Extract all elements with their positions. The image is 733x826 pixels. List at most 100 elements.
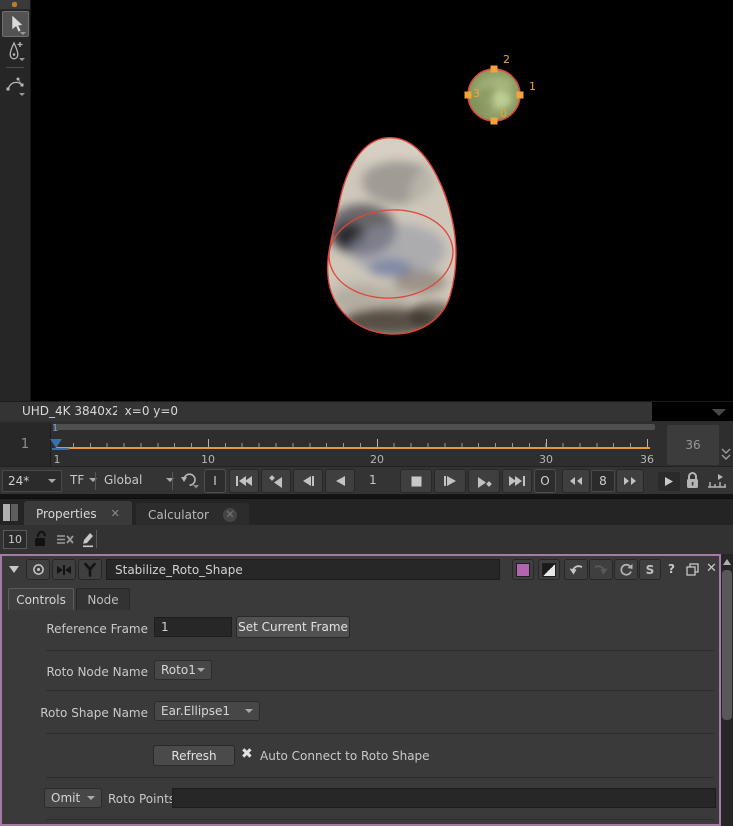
node-properties-panel: Stabilize_Roto_Shape S — [0, 554, 721, 826]
hide-input-button[interactable] — [52, 559, 76, 580]
in-point-label: I — [213, 474, 217, 488]
tab-close-icon[interactable]: ✕ — [223, 508, 237, 522]
double-right-icon — [623, 476, 637, 486]
chevron-double-down-icon[interactable] — [720, 448, 732, 461]
frame-increment-button[interactable] — [616, 469, 644, 493]
scrollbar-thumb[interactable] — [722, 570, 732, 720]
timeline-playhead[interactable] — [50, 439, 62, 448]
close-all-panels-button[interactable] — [56, 533, 74, 546]
reference-frame-field[interactable]: 1 — [154, 617, 232, 637]
auto-connect-checkbox[interactable]: ✖ — [241, 746, 253, 762]
set-current-frame-button[interactable]: Set Current Frame — [236, 616, 350, 638]
fps-combo[interactable]: 24* — [2, 470, 62, 492]
timeline-frame-range-bar[interactable] — [56, 447, 650, 449]
tab-calculator[interactable]: Calculator ✕ — [136, 503, 249, 526]
toolbar-drag-handle[interactable] — [0, 0, 30, 9]
close-all-icon — [56, 533, 74, 546]
center-viewer-button[interactable] — [26, 559, 50, 580]
advanced-settings-button[interactable] — [78, 559, 102, 580]
transport-divider — [172, 472, 173, 490]
roto-points-field[interactable] — [172, 788, 716, 808]
tab-properties[interactable]: Properties ✕ — [24, 501, 132, 526]
refresh-button[interactable]: Refresh — [153, 745, 235, 766]
node-color-button[interactable] — [512, 559, 534, 580]
help-button[interactable]: ? — [668, 562, 675, 576]
scroll-up-arrow-icon[interactable] — [723, 559, 731, 565]
goto-start-button[interactable] — [229, 469, 259, 493]
flipbook-button[interactable] — [658, 472, 680, 491]
gl-color-button[interactable] — [538, 559, 560, 580]
prev-keyframe-button[interactable] — [261, 469, 291, 493]
next-keyframe-button[interactable] — [468, 469, 500, 493]
tab-close-icon[interactable]: ✕ — [111, 507, 120, 520]
render-ruler-icon — [707, 473, 727, 489]
fps-caret-icon — [48, 479, 56, 483]
max-panels-value: 10 — [8, 533, 22, 546]
roto-shape-dropdown[interactable]: Ear.Ellipse1 — [154, 701, 260, 721]
out-point-label: O — [540, 474, 549, 488]
roto-points-mode-dropdown[interactable]: Omit — [44, 788, 102, 808]
float-panel-button[interactable] — [686, 563, 699, 576]
viewer-canvas[interactable]: 2 1 3 0 — [0, 0, 733, 401]
roto-node-dropdown[interactable]: Roto1 — [154, 660, 212, 680]
set-current-frame-label: Set Current Frame — [238, 620, 348, 634]
viewer-menu-caret-icon[interactable] — [712, 409, 726, 416]
frame-increment-field[interactable]: 8 — [591, 470, 615, 492]
timeline-tick-label-20: 20 — [370, 453, 384, 466]
timeline-major-tick-10 — [208, 439, 209, 447]
redo-button[interactable] — [589, 559, 613, 580]
tab-node-label: Node — [87, 593, 118, 607]
bezier-pen-tool-button[interactable] — [2, 38, 27, 62]
roto-points-label: Roto Points — [108, 792, 175, 806]
timeline-mode-dropdown[interactable]: TF — [70, 473, 97, 487]
tool-flyout-caret — [19, 93, 25, 96]
properties-pane-tab-bar: Properties ✕ Calculator ✕ — [0, 498, 733, 526]
set-in-point-button[interactable]: I — [204, 469, 226, 493]
node-color-swatch — [516, 563, 530, 577]
select-tool-button[interactable] — [2, 11, 29, 37]
roto-shapes-overlay[interactable] — [0, 0, 733, 401]
curve-edit-tool-button[interactable] — [2, 73, 27, 97]
panel-collapse-caret[interactable] — [9, 566, 19, 573]
tab-calculator-label: Calculator — [148, 508, 209, 522]
pencil-icon — [80, 530, 95, 548]
set-out-point-button[interactable]: O — [534, 469, 556, 493]
undo-button[interactable] — [564, 559, 588, 580]
script-button[interactable]: S — [639, 559, 661, 580]
node-name-field[interactable]: Stabilize_Roto_Shape — [106, 559, 500, 580]
panel-scrollbar[interactable] — [721, 554, 733, 826]
frame-range-dropdown[interactable]: Global — [104, 473, 174, 487]
lock-panels-button[interactable] — [33, 530, 49, 548]
pane-layout-icon[interactable] — [3, 504, 10, 521]
render-timeline-button[interactable] — [707, 473, 727, 489]
moth-icon — [55, 563, 73, 577]
roto-handle-bottom — [491, 118, 498, 125]
step-back-button[interactable] — [293, 469, 323, 493]
roto-handle-top — [491, 66, 498, 73]
goto-end-button[interactable] — [502, 469, 532, 493]
play-backward-button[interactable] — [325, 469, 355, 493]
revert-button[interactable] — [614, 559, 638, 580]
reference-frame-label: Reference Frame — [2, 622, 148, 636]
timeline-end-frame-field[interactable]: 36 — [667, 425, 719, 465]
close-panel-button[interactable]: ✕ — [706, 561, 717, 576]
tab-properties-label: Properties — [36, 507, 97, 521]
playback-loop-button[interactable] — [179, 471, 201, 489]
stop-button[interactable] — [400, 469, 432, 493]
tab-node[interactable]: Node — [76, 588, 130, 610]
timeline-scroll-strip[interactable] — [53, 424, 655, 430]
current-frame-readout[interactable]: 1 — [369, 473, 377, 487]
max-panels-field[interactable]: 10 — [3, 530, 27, 549]
frame-decrement-button[interactable] — [562, 469, 590, 493]
timeline-start-frame-field[interactable]: 1 — [0, 423, 51, 466]
row-divider — [46, 690, 714, 691]
play-forward-button[interactable] — [434, 469, 466, 493]
edit-node-names-button[interactable] — [80, 530, 95, 548]
nuke-window: 2 1 3 0 — [0, 0, 733, 826]
lock-range-button[interactable] — [685, 471, 700, 490]
tab-controls[interactable]: Controls — [8, 588, 74, 610]
roto-handle-right — [517, 92, 524, 99]
stop-icon — [411, 476, 422, 487]
timeline[interactable]: 1 1 1 10 20 30 36 36 — [0, 421, 733, 466]
timeline-tick-label-36: 36 — [640, 453, 654, 466]
